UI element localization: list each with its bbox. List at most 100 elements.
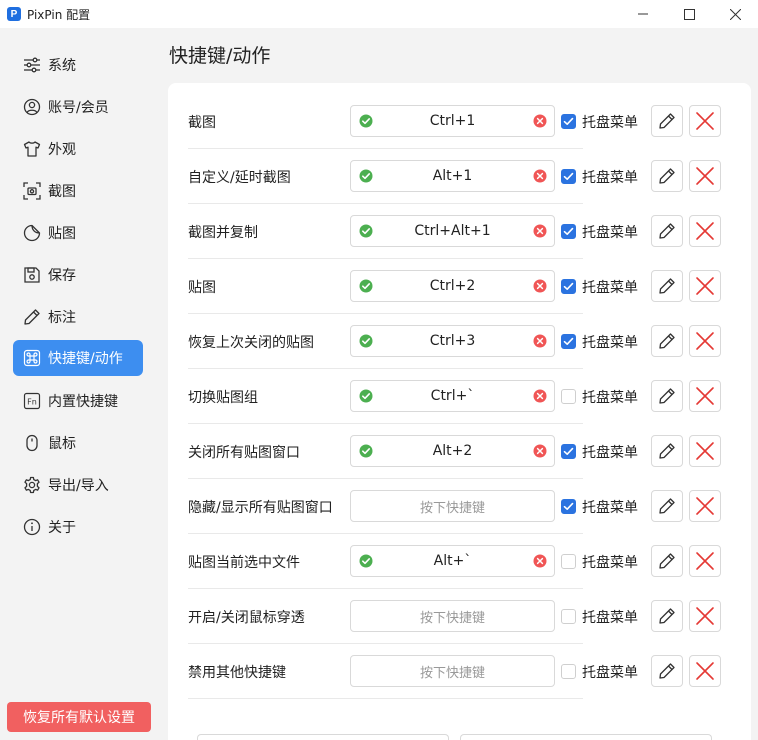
sidebar-item-about[interactable]: 关于 [13, 509, 143, 545]
shirt-icon [23, 140, 41, 158]
delete-button[interactable] [689, 160, 721, 192]
minimize-icon [638, 13, 648, 15]
sidebar-item-system[interactable]: 系统 [13, 47, 143, 83]
hotkey-input[interactable]: Ctrl+3 [350, 325, 555, 357]
tray-menu-checkbox[interactable] [561, 114, 576, 129]
delete-button[interactable] [689, 435, 721, 467]
maximize-button[interactable] [666, 0, 712, 28]
edit-button[interactable] [651, 600, 683, 632]
app-logo-icon: P [7, 7, 21, 21]
edit-button[interactable] [651, 270, 683, 302]
delete-button[interactable] [689, 105, 721, 137]
tray-menu-checkbox[interactable] [561, 444, 576, 459]
clear-hotkey-icon[interactable] [533, 444, 547, 458]
check-circle-icon [359, 279, 373, 293]
sidebar-item-save[interactable]: 保存 [13, 257, 143, 293]
delete-button[interactable] [689, 325, 721, 357]
clear-hotkey-icon[interactable] [533, 114, 547, 128]
sidebar-item-export-import[interactable]: 导出/导入 [13, 467, 143, 503]
tray-menu-checkbox[interactable] [561, 334, 576, 349]
action-label: 禁用其他快捷键 [188, 664, 286, 681]
sidebar-item-pin[interactable]: 贴图 [13, 215, 143, 251]
clear-hotkey-icon[interactable] [533, 389, 547, 403]
window-title: PixPin 配置 [27, 7, 91, 22]
tray-menu-checkbox[interactable] [561, 609, 576, 624]
clear-hotkey-icon[interactable] [533, 224, 547, 238]
pencil-icon [659, 663, 675, 679]
hotkey-value: Alt+2 [432, 443, 473, 459]
sidebar-item-appearance[interactable]: 外观 [13, 131, 143, 167]
hotkey-input[interactable]: Alt+1 [350, 160, 555, 192]
sticker-icon [23, 224, 41, 242]
tray-menu-checkbox[interactable] [561, 664, 576, 679]
bottom-field-right[interactable] [460, 734, 712, 740]
info-icon [23, 518, 41, 536]
tray-menu-checkbox[interactable] [561, 499, 576, 514]
delete-button[interactable] [689, 545, 721, 577]
tray-menu-checkbox[interactable] [561, 389, 576, 404]
check-circle-icon [359, 444, 373, 458]
action-label: 隐藏/显示所有贴图窗口 [188, 499, 333, 516]
sidebar-item-screenshot[interactable]: 截图 [13, 173, 143, 209]
pencil-icon [659, 553, 675, 569]
tray-menu-checkbox[interactable] [561, 554, 576, 569]
clear-hotkey-icon[interactable] [533, 169, 547, 183]
hotkey-value: Alt+1 [432, 168, 473, 184]
hotkey-input[interactable]: Alt+` [350, 545, 555, 577]
hotkey-input[interactable]: Alt+2 [350, 435, 555, 467]
hotkey-row: 恢复上次关闭的贴图 Ctrl+3 托盘菜单 [188, 314, 748, 369]
delete-button[interactable] [689, 655, 721, 687]
hotkey-input[interactable]: 按下快捷键 [350, 655, 555, 687]
edit-button[interactable] [651, 325, 683, 357]
delete-button[interactable] [689, 380, 721, 412]
check-circle-icon [359, 169, 373, 183]
tray-menu-checkbox[interactable] [561, 169, 576, 184]
hotkey-input[interactable]: Ctrl+` [350, 380, 555, 412]
sidebar-item-mouse[interactable]: 鼠标 [13, 425, 143, 461]
edit-button[interactable] [651, 545, 683, 577]
hotkey-input[interactable]: 按下快捷键 [350, 490, 555, 522]
hotkey-list-card: 截图 Ctrl+1 托盘菜单 自定义/延时截图 Alt+1 托盘菜单 截图并复制 Ctrl+A… [168, 83, 751, 740]
tray-menu-checkbox[interactable] [561, 279, 576, 294]
action-label: 截图 [188, 114, 216, 131]
delete-button[interactable] [689, 270, 721, 302]
hotkey-input[interactable]: Ctrl+Alt+1 [350, 215, 555, 247]
sidebar-item-hotkeys[interactable]: 快捷键/动作 [13, 340, 143, 376]
hotkey-placeholder: 按下快捷键 [419, 500, 485, 516]
hotkey-row: 贴图 Ctrl+2 托盘菜单 [188, 259, 748, 314]
hotkey-row: 禁用其他快捷键 按下快捷键 托盘菜单 [188, 644, 748, 699]
sidebar-item-annotate[interactable]: 标注 [13, 299, 143, 335]
hotkey-input[interactable]: Ctrl+1 [350, 105, 555, 137]
edit-button[interactable] [651, 655, 683, 687]
tray-menu-checkbox[interactable] [561, 224, 576, 239]
sidebar-item-label: 账号/会员 [48, 100, 109, 116]
tray-menu-label: 托盘菜单 [582, 444, 638, 461]
edit-button[interactable] [651, 490, 683, 522]
bottom-field-left[interactable] [197, 734, 449, 740]
clear-hotkey-icon[interactable] [533, 279, 547, 293]
check-circle-icon [359, 389, 373, 403]
minimize-button[interactable] [620, 0, 666, 28]
edit-button[interactable] [651, 215, 683, 247]
clear-hotkey-icon[interactable] [533, 554, 547, 568]
hotkey-input[interactable]: 按下快捷键 [350, 600, 555, 632]
edit-button[interactable] [651, 380, 683, 412]
sidebar-item-builtin-hotkeys[interactable]: Fn 内置快捷键 [13, 383, 143, 419]
close-button[interactable] [712, 0, 758, 28]
checkmark-icon [563, 227, 574, 235]
reset-defaults-button[interactable]: 恢复所有默认设置 [7, 702, 151, 732]
clear-hotkey-icon[interactable] [533, 334, 547, 348]
edit-button[interactable] [651, 160, 683, 192]
sidebar-item-label: 系统 [48, 58, 76, 74]
sidebar-item-account[interactable]: 账号/会员 [13, 89, 143, 125]
close-icon [729, 8, 741, 20]
delete-x-icon [696, 607, 714, 625]
delete-button[interactable] [689, 215, 721, 247]
delete-button[interactable] [689, 490, 721, 522]
delete-button[interactable] [689, 600, 721, 632]
tray-menu-label: 托盘菜单 [582, 664, 638, 681]
delete-x-icon [696, 497, 714, 515]
hotkey-input[interactable]: Ctrl+2 [350, 270, 555, 302]
edit-button[interactable] [651, 435, 683, 467]
edit-button[interactable] [651, 105, 683, 137]
